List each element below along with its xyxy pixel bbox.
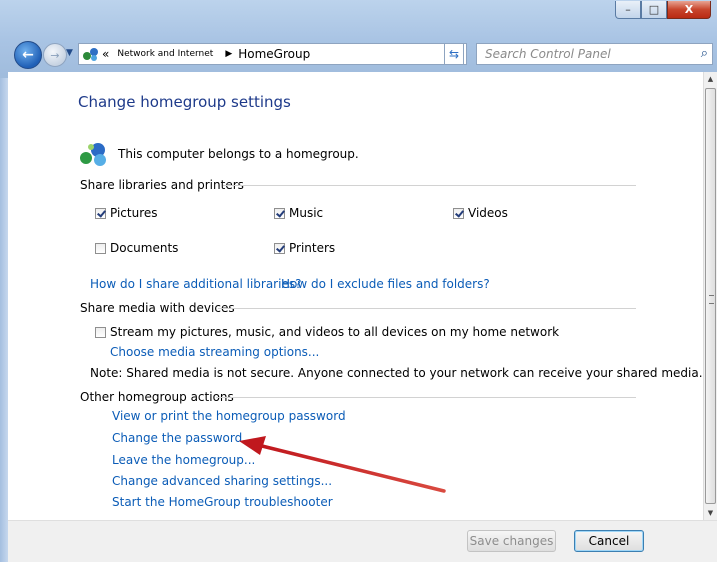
button-bar: Save changes Cancel [8,520,717,562]
address-crumb-homegroup[interactable]: HomeGroup [238,47,310,61]
scroll-grip-icon [709,295,714,304]
window-border-left [0,78,8,562]
close-button[interactable]: X [667,1,711,19]
save-changes-button[interactable]: Save changes [467,530,556,552]
scroll-thumb[interactable] [705,88,716,504]
minimize-button[interactable]: – [615,1,641,19]
maximize-button[interactable]: □ [641,1,667,19]
search-icon[interactable]: ⌕ [701,46,708,61]
address-overflow-icon[interactable]: « [102,47,109,61]
refresh-icon[interactable]: ⇆ [444,43,464,65]
address-crumb-network[interactable]: Network and Internet [117,49,213,59]
breadcrumb-separator-icon[interactable]: ▶ [225,49,232,59]
cancel-button[interactable]: Cancel [574,530,644,552]
search-input[interactable] [483,46,687,62]
back-arrow-icon: ← [22,47,34,63]
back-button[interactable]: ← [14,41,42,69]
homegroup-icon [82,47,100,61]
forward-button[interactable]: → [43,43,67,67]
navigation-bar: ← → ▼ « Network and Internet ▶ HomeGroup… [0,38,717,72]
scroll-down-icon[interactable]: ▼ [704,506,717,520]
address-bar[interactable]: « Network and Internet ▶ HomeGroup ▼ [78,43,467,65]
caption-buttons: – □ X [615,1,711,19]
vertical-scrollbar[interactable]: ▲ ▼ [703,72,717,520]
content-pane: Change homegroup settings This computer … [8,72,703,520]
scroll-up-icon[interactable]: ▲ [704,72,717,86]
forward-arrow-icon: → [50,48,60,62]
recent-pages-dropdown-icon[interactable]: ▼ [66,48,73,58]
annotation-arrow [239,436,446,493]
search-box[interactable]: ⌕ [476,43,713,65]
